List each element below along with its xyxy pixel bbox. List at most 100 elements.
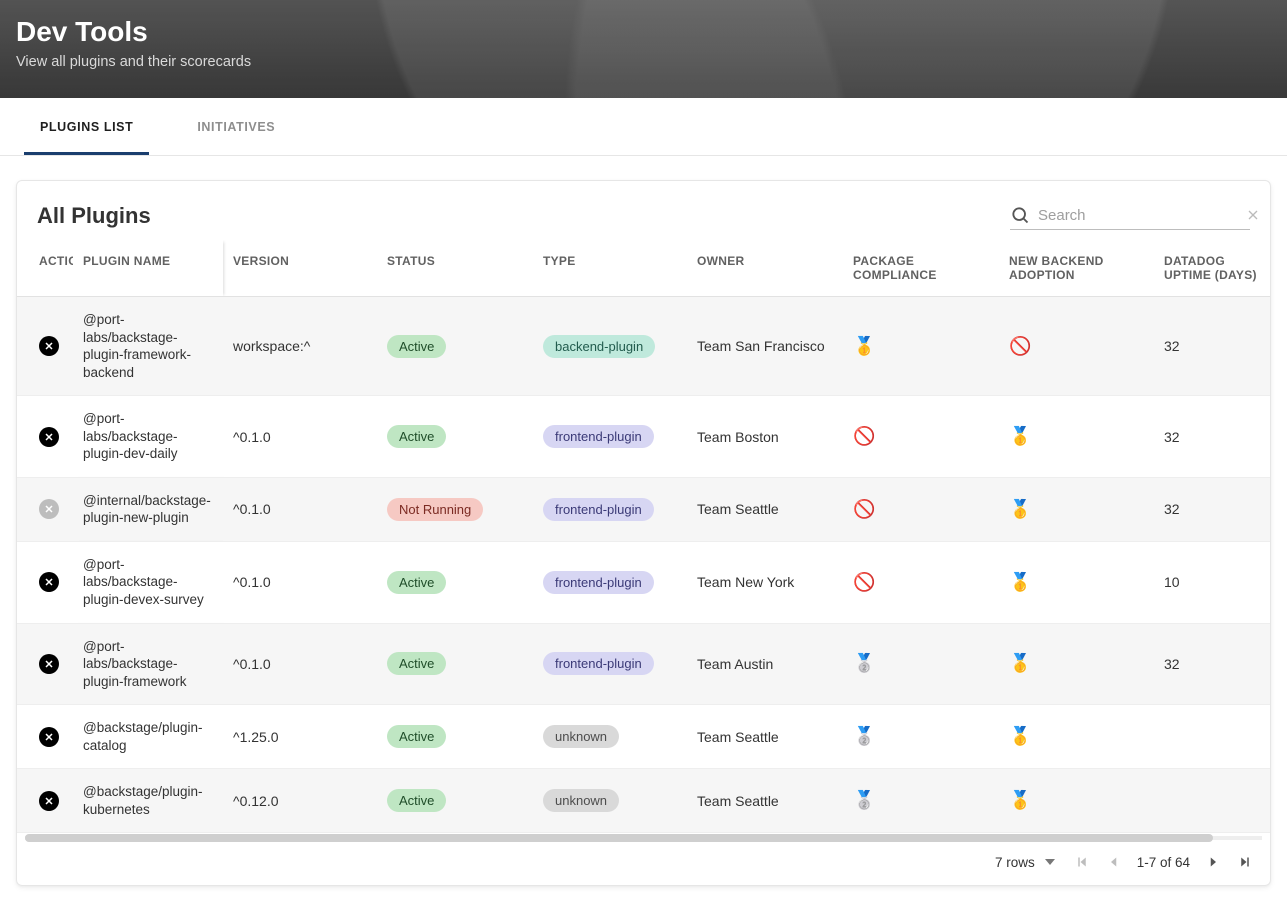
status-badge: Active xyxy=(387,652,446,675)
cell-plugin-name: @port-labs/backstage-plugin-framework xyxy=(83,638,213,691)
horizontal-scrollbar[interactable] xyxy=(25,833,1262,843)
cell-uptime: 32 xyxy=(1164,656,1180,672)
table-footer: 7 rows 1-7 of 64 xyxy=(17,843,1270,885)
cell-version: ^0.1.0 xyxy=(233,574,271,590)
cell-new-backend-adoption: 🥇 xyxy=(1009,653,1031,673)
table-row[interactable]: @port-labs/backstage-plugin-dev-daily ^0… xyxy=(17,396,1270,478)
col-plugin-name[interactable]: PLUGIN NAME xyxy=(73,240,223,297)
col-new-backend-adoption[interactable]: NEW BACKEND ADOPTION xyxy=(999,240,1154,297)
tab-plugins-list[interactable]: PLUGINS LIST xyxy=(24,98,149,155)
cell-version: ^0.1.0 xyxy=(233,501,271,517)
col-owner[interactable]: OWNER xyxy=(687,240,843,297)
page-header: Dev Tools View all plugins and their sco… xyxy=(0,0,1287,98)
row-action-icon[interactable] xyxy=(39,427,59,447)
tabs-bar: PLUGINS LIST INITIATIVES xyxy=(0,98,1287,156)
table-row[interactable]: @backstage/plugin-catalog ^1.25.0 Active… xyxy=(17,705,1270,769)
col-package-compliance[interactable]: PACKAGE COMPLIANCE xyxy=(843,240,999,297)
col-status[interactable]: STATUS xyxy=(377,240,533,297)
tab-initiatives[interactable]: INITIATIVES xyxy=(181,98,291,155)
rows-per-page[interactable]: 7 rows xyxy=(995,855,1055,870)
search-icon xyxy=(1010,205,1030,225)
row-action-icon[interactable] xyxy=(39,499,59,519)
cell-version: ^0.1.0 xyxy=(233,656,271,672)
cell-uptime: 32 xyxy=(1164,338,1180,354)
cell-uptime: 32 xyxy=(1164,429,1180,445)
status-badge: Active xyxy=(387,335,446,358)
status-badge: Not Running xyxy=(387,498,483,521)
page-title: Dev Tools xyxy=(16,16,1271,48)
cell-owner: Team Seattle xyxy=(697,501,779,517)
col-actions[interactable]: ACTIONS xyxy=(17,240,73,297)
page-range: 1-7 of 64 xyxy=(1137,855,1190,870)
cell-plugin-name: @backstage/plugin-kubernetes xyxy=(83,783,213,818)
status-badge: Active xyxy=(387,425,446,448)
dropdown-icon xyxy=(1045,859,1055,865)
cell-owner: Team Boston xyxy=(697,429,779,445)
panel-title: All Plugins xyxy=(37,203,151,229)
cell-plugin-name: @backstage/plugin-catalog xyxy=(83,719,213,754)
type-badge: unknown xyxy=(543,725,619,748)
cell-package-compliance: 🥈 xyxy=(853,790,875,810)
cell-owner: Team Austin xyxy=(697,656,773,672)
table-row[interactable]: @internal/backstage-plugin-new-plugin ^0… xyxy=(17,477,1270,541)
cell-new-backend-adoption: 🥇 xyxy=(1009,572,1031,592)
cell-version: ^0.12.0 xyxy=(233,793,279,809)
col-datadog-uptime[interactable]: DATADOG UPTIME (DAYS) xyxy=(1154,240,1270,297)
cell-owner: Team San Francisco xyxy=(697,338,825,354)
table-row[interactable]: @port-labs/backstage-plugin-framework-ba… xyxy=(17,297,1270,396)
plugins-table: ACTIONS PLUGIN NAME VERSION STATUS TYPE … xyxy=(17,240,1270,833)
cell-plugin-name: @port-labs/backstage-plugin-dev-daily xyxy=(83,410,213,463)
col-version[interactable]: VERSION xyxy=(223,240,377,297)
type-badge: frontend-plugin xyxy=(543,652,654,675)
cell-new-backend-adoption: 🥇 xyxy=(1009,790,1031,810)
cell-new-backend-adoption: 🥇 xyxy=(1009,726,1031,746)
cell-plugin-name: @port-labs/backstage-plugin-framework-ba… xyxy=(83,311,213,381)
next-page-button[interactable] xyxy=(1204,853,1222,871)
first-page-button[interactable] xyxy=(1073,853,1091,871)
search-field[interactable] xyxy=(1010,201,1250,230)
cell-owner: Team Seattle xyxy=(697,729,779,745)
clear-search-icon[interactable] xyxy=(1245,207,1261,223)
cell-owner: Team Seattle xyxy=(697,793,779,809)
cell-plugin-name: @port-labs/backstage-plugin-devex-survey xyxy=(83,556,213,609)
table-row[interactable]: @port-labs/backstage-plugin-devex-survey… xyxy=(17,541,1270,623)
status-badge: Active xyxy=(387,571,446,594)
row-action-icon[interactable] xyxy=(39,791,59,811)
cell-owner: Team New York xyxy=(697,574,794,590)
col-type[interactable]: TYPE xyxy=(533,240,687,297)
cell-package-compliance: 🚫 xyxy=(853,499,875,519)
table-row[interactable]: @port-labs/backstage-plugin-framework ^0… xyxy=(17,623,1270,705)
row-action-icon[interactable] xyxy=(39,727,59,747)
type-badge: frontend-plugin xyxy=(543,425,654,448)
prev-page-button[interactable] xyxy=(1105,853,1123,871)
cell-version: ^1.25.0 xyxy=(233,729,279,745)
cell-package-compliance: 🥈 xyxy=(853,726,875,746)
type-badge: frontend-plugin xyxy=(543,571,654,594)
plugins-card: All Plugins ACTIONS PLUGIN NAME VERSION … xyxy=(16,180,1271,886)
last-page-button[interactable] xyxy=(1236,853,1254,871)
type-badge: unknown xyxy=(543,789,619,812)
row-action-icon[interactable] xyxy=(39,572,59,592)
search-input[interactable] xyxy=(1038,207,1237,224)
cell-new-backend-adoption: 🚫 xyxy=(1009,336,1031,356)
cell-uptime: 10 xyxy=(1164,574,1180,590)
cell-new-backend-adoption: 🥇 xyxy=(1009,426,1031,446)
cell-version: workspace:^ xyxy=(233,338,310,354)
status-badge: Active xyxy=(387,725,446,748)
page-subtitle: View all plugins and their scorecards xyxy=(16,54,1271,70)
type-badge: frontend-plugin xyxy=(543,498,654,521)
row-action-icon[interactable] xyxy=(39,654,59,674)
cell-package-compliance: 🚫 xyxy=(853,426,875,446)
status-badge: Active xyxy=(387,789,446,812)
cell-uptime: 32 xyxy=(1164,501,1180,517)
rows-label: 7 rows xyxy=(995,855,1035,870)
cell-package-compliance: 🥇 xyxy=(853,336,875,356)
type-badge: backend-plugin xyxy=(543,335,655,358)
cell-version: ^0.1.0 xyxy=(233,429,271,445)
row-action-icon[interactable] xyxy=(39,336,59,356)
table-row[interactable]: @backstage/plugin-kubernetes ^0.12.0 Act… xyxy=(17,769,1270,833)
cell-package-compliance: 🚫 xyxy=(853,572,875,592)
cell-package-compliance: 🥈 xyxy=(853,653,875,673)
cell-new-backend-adoption: 🥇 xyxy=(1009,499,1031,519)
cell-plugin-name: @internal/backstage-plugin-new-plugin xyxy=(83,492,213,527)
